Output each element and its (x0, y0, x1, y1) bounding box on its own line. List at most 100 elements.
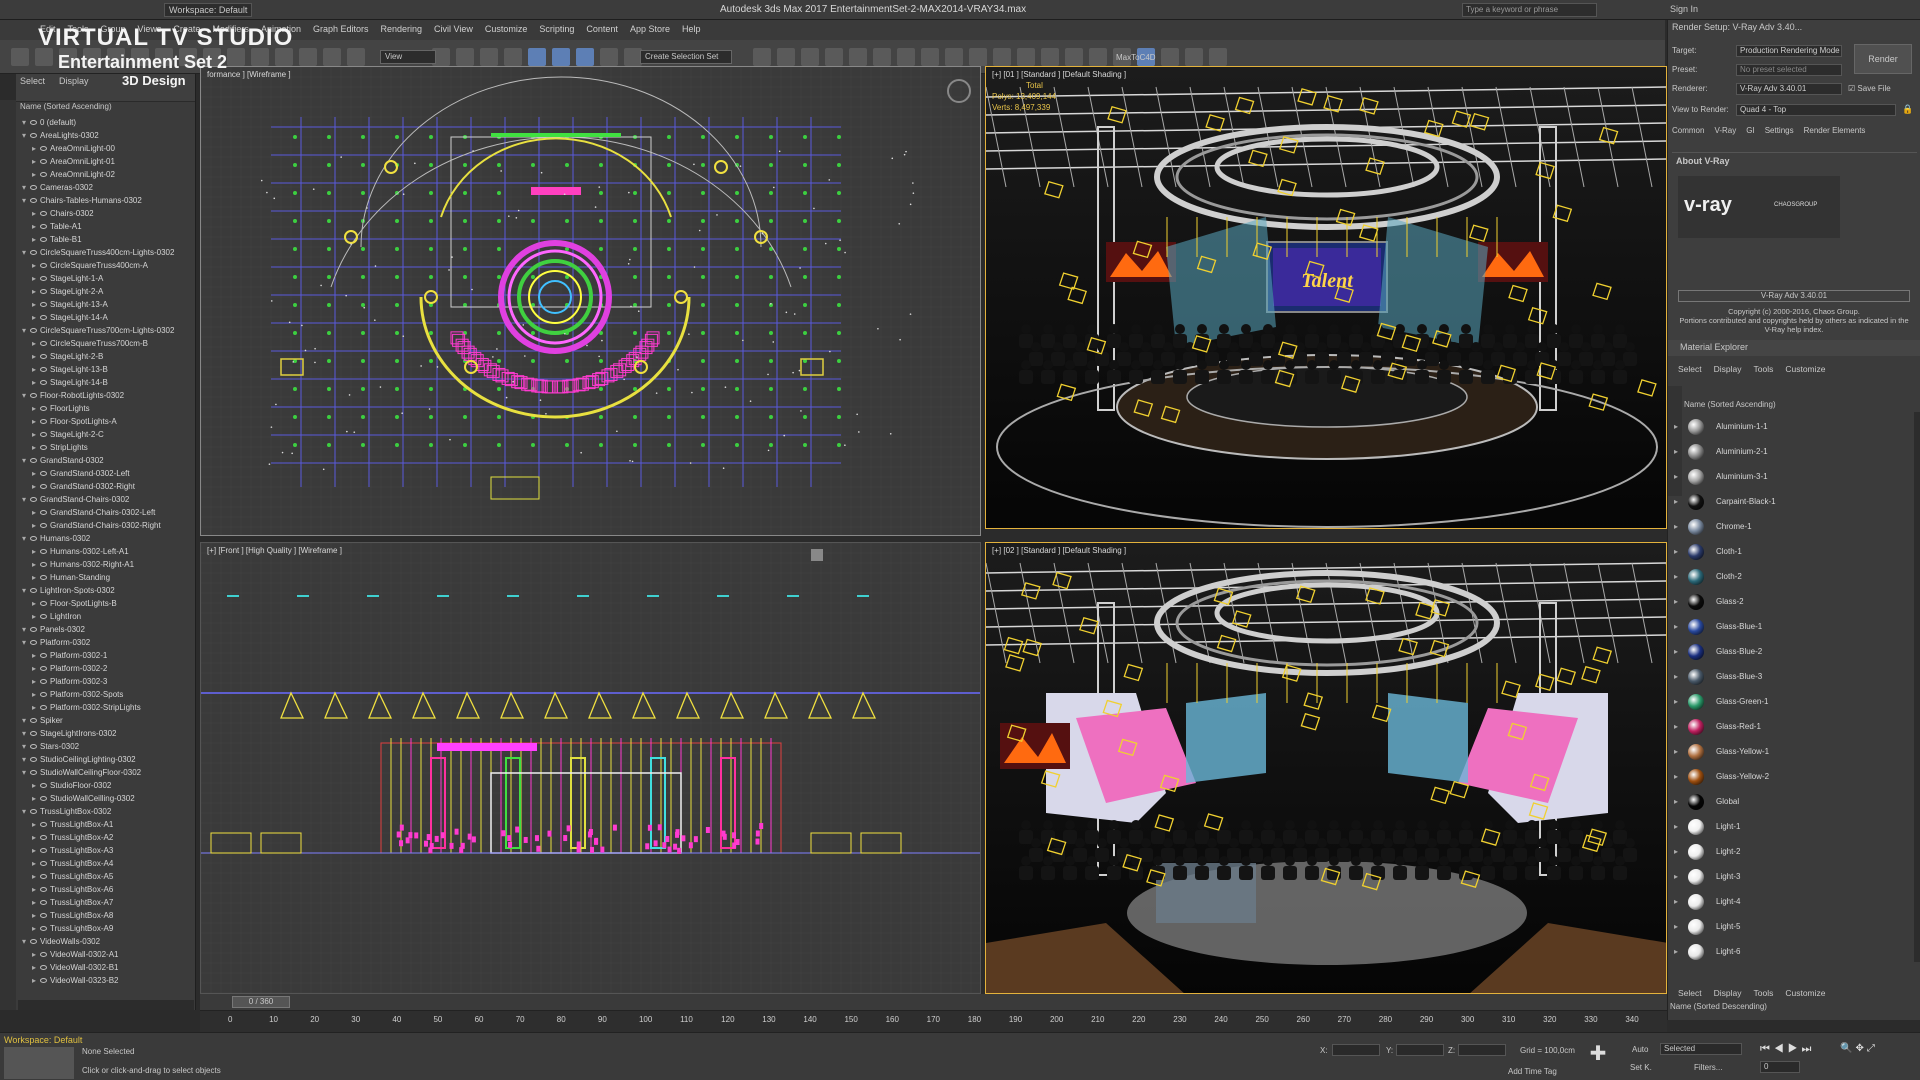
expand-toggle-icon[interactable]: ▸ (32, 597, 40, 610)
expand-toggle-icon[interactable]: ▾ (22, 753, 30, 766)
scene-layer-row[interactable]: ▸ VideoWall-0302-A1 (16, 948, 195, 961)
visibility-eye-icon[interactable] (40, 562, 47, 567)
scene-layer-row[interactable]: ▸ Humans-0302-Right-A1 (16, 558, 195, 571)
material-row[interactable]: ▸ Light-3 (1668, 864, 1908, 889)
visibility-eye-icon[interactable] (40, 510, 47, 515)
expand-toggle-icon[interactable]: ▸ (32, 376, 40, 389)
scene-layer-row[interactable]: ▸ TrussLightBox-A6 (16, 883, 195, 896)
scene-layer-row[interactable]: ▸ GrandStand-Chairs-0302-Right (16, 519, 195, 532)
material-column-header[interactable]: Name (Sorted Ascending) (1684, 400, 1776, 409)
scene-layer-row[interactable]: ▸ Platform-0302-3 (16, 675, 195, 688)
scene-layer-row[interactable]: ▸ Human-Standing (16, 571, 195, 584)
expand-material-icon[interactable]: ▸ (1674, 639, 1678, 664)
scene-layer-row[interactable]: ▸ StageLight-2-B (16, 350, 195, 363)
viewport-cam1-label[interactable]: [+] [01 ] [Standard ] [Default Shading ] (992, 70, 1126, 79)
visibility-eye-icon[interactable] (30, 120, 37, 125)
expand-toggle-icon[interactable]: ▸ (32, 168, 40, 181)
scene-layer-row[interactable]: ▾ Stars-0302 (16, 740, 195, 753)
material-row[interactable]: ▸ Chrome-1 (1668, 514, 1908, 539)
visibility-eye-icon[interactable] (40, 965, 47, 970)
visibility-eye-icon[interactable] (30, 809, 37, 814)
expand-toggle-icon[interactable]: ▾ (22, 129, 30, 142)
menu-civil-view[interactable]: Civil View (434, 24, 473, 34)
material-menu-select[interactable]: Select (1678, 364, 1702, 374)
toolbar-tool-icon[interactable] (480, 48, 498, 66)
expand-toggle-icon[interactable]: ▸ (32, 285, 40, 298)
playback-controls[interactable]: ⏮◀▶⏭ (1760, 1043, 1815, 1056)
scene-layer-row[interactable]: ▸ CircleSquareTruss400cm-A (16, 259, 195, 272)
scene-layer-row[interactable]: ▸ Table-A1 (16, 220, 195, 233)
auto-key-button[interactable]: Auto (1632, 1045, 1648, 1054)
menu-graph-editors[interactable]: Graph Editors (313, 24, 369, 34)
toolbar-tool-icon[interactable] (528, 48, 546, 66)
visibility-eye-icon[interactable] (40, 315, 47, 320)
viewport-camera-02[interactable]: [+] [02 ] [Standard ] [Default Shading ] (985, 542, 1667, 994)
viewport-camera-01[interactable]: [+] [01 ] [Standard ] [Default Shading ]… (985, 66, 1667, 529)
material-row[interactable]: ▸ Light-2 (1668, 839, 1908, 864)
workspace-label[interactable]: Workspace: Default (4, 1035, 82, 1045)
scene-layer-row[interactable]: ▾ GrandStand-0302 (16, 454, 195, 467)
visibility-eye-icon[interactable] (30, 731, 37, 736)
scene-layer-row[interactable]: ▸ StageLight-13-B (16, 363, 195, 376)
expand-toggle-icon[interactable]: ▾ (22, 116, 30, 129)
material-row[interactable]: ▸ Glass-Blue-2 (1668, 639, 1908, 664)
toolbar-tool-icon[interactable] (945, 48, 963, 66)
visibility-eye-icon[interactable] (40, 302, 47, 307)
render-tab-gi[interactable]: GI (1746, 126, 1754, 135)
visibility-eye-icon[interactable] (30, 640, 37, 645)
scene-explorer-scrollbar[interactable] (18, 1000, 194, 1010)
quick-access-toolbar[interactable] (4, 3, 154, 17)
scene-layer-row[interactable]: ▸ AreaOmniLight-01 (16, 155, 195, 168)
expand-toggle-icon[interactable]: ▾ (22, 181, 30, 194)
visibility-eye-icon[interactable] (40, 146, 47, 151)
toolbar-tool-icon[interactable] (1185, 48, 1203, 66)
render-tab-render-elements[interactable]: Render Elements (1804, 126, 1866, 135)
expand-toggle-icon[interactable]: ▸ (32, 480, 40, 493)
expand-toggle-icon[interactable]: ▸ (32, 792, 40, 805)
scene-layer-row[interactable]: ▾ 0 (default) (16, 116, 195, 129)
expand-material-icon[interactable]: ▸ (1674, 564, 1678, 589)
expand-material-icon[interactable]: ▸ (1674, 664, 1678, 689)
expand-toggle-icon[interactable]: ▸ (32, 428, 40, 441)
expand-toggle-icon[interactable]: ▸ (32, 675, 40, 688)
render-button[interactable]: Render (1854, 44, 1912, 74)
visibility-eye-icon[interactable] (40, 601, 47, 606)
expand-material-icon[interactable]: ▸ (1674, 839, 1678, 864)
toolbar-tool-icon[interactable] (753, 48, 771, 66)
scene-layer-row[interactable]: ▸ StageLight-14-B (16, 376, 195, 389)
expand-toggle-icon[interactable]: ▸ (32, 662, 40, 675)
visibility-eye-icon[interactable] (40, 263, 47, 268)
expand-toggle-icon[interactable]: ▾ (22, 389, 30, 402)
visibility-eye-icon[interactable] (40, 432, 47, 437)
scene-layer-row[interactable]: ▾ Platform-0302 (16, 636, 195, 649)
material-menu-display[interactable]: Display (1714, 988, 1742, 998)
expand-toggle-icon[interactable]: ▾ (22, 246, 30, 259)
expand-material-icon[interactable]: ▸ (1674, 514, 1678, 539)
visibility-eye-icon[interactable] (30, 458, 37, 463)
material-menu-tools[interactable]: Tools (1754, 364, 1774, 374)
material-row[interactable]: ▸ Glass-Red-1 (1668, 714, 1908, 739)
toolbar-tool-icon[interactable] (993, 48, 1011, 66)
visibility-eye-icon[interactable] (40, 172, 47, 177)
material-menu-select[interactable]: Select (1678, 988, 1702, 998)
view-to-render-dropdown[interactable]: Quad 4 - Top (1736, 104, 1896, 116)
scene-layer-row[interactable]: ▸ Platform-0302-Spots (16, 688, 195, 701)
scene-layer-row[interactable]: ▸ Platform-0302-StripLights (16, 701, 195, 714)
scene-layer-row[interactable]: ▸ Table-B1 (16, 233, 195, 246)
scene-layer-row[interactable]: ▸ VideoWall-0302-B1 (16, 961, 195, 974)
expand-toggle-icon[interactable]: ▾ (22, 493, 30, 506)
material-row[interactable]: ▸ Glass-2 (1668, 589, 1908, 614)
expand-toggle-icon[interactable]: ▸ (32, 233, 40, 246)
visibility-eye-icon[interactable] (40, 822, 47, 827)
visibility-eye-icon[interactable] (40, 354, 47, 359)
scene-layer-row[interactable]: ▾ Floor-RobotLights-0302 (16, 389, 195, 402)
material-row[interactable]: ▸ Light-6 (1668, 939, 1908, 964)
visibility-eye-icon[interactable] (40, 614, 47, 619)
expand-toggle-icon[interactable]: ▾ (22, 805, 30, 818)
toolbar-tool-icon[interactable] (552, 48, 570, 66)
material-row[interactable]: ▸ Glass-Yellow-1 (1668, 739, 1908, 764)
expand-toggle-icon[interactable]: ▸ (32, 506, 40, 519)
scene-layer-row[interactable]: ▸ StageLight-2-C (16, 428, 195, 441)
scene-layer-row[interactable]: ▸ VideoWall-0323-B2 (16, 974, 195, 987)
expand-toggle-icon[interactable]: ▸ (32, 363, 40, 376)
